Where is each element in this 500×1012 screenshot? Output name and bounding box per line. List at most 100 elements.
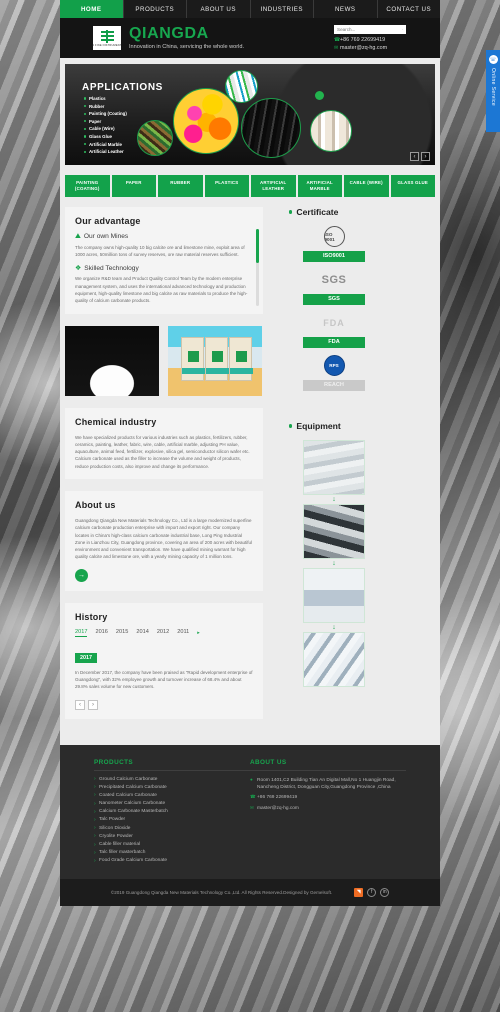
search-icon[interactable] [402,27,403,32]
main-navigation: HOME PRODUCTS ABOUT US INDUSTRIES NEWS C… [60,0,440,18]
footer-product-link[interactable]: Precipitated Calcium Carbonate [94,784,250,790]
category-tab-rubber[interactable]: RUBBER [158,175,203,197]
nav-item-about-us[interactable]: ABOUT US [187,0,251,18]
nav-item-contact-us[interactable]: CONTACT US [377,0,440,18]
copyright-text: ©2019 Guangdong Qiangda New Materials Te… [110,889,333,895]
advantage-block-heading: ⛰ Our own Mines [75,233,253,241]
category-tab-plastics[interactable]: PLASTICS [204,175,249,197]
footer-product-link[interactable]: Calcium Carbonate Masterbatch [94,809,250,815]
banner-next-button[interactable]: › [421,152,430,161]
packaging-bags-photo[interactable] [168,325,262,396]
fda-logo-icon: FDA [323,312,345,334]
analytics-icon[interactable]: ◥ [354,887,364,897]
header-phone[interactable]: ☎ +86 769 22699419 [334,37,406,43]
nav-item-news[interactable]: NEWS [314,0,378,18]
history-years-next-icon[interactable]: ▸ [197,630,200,636]
banner-pipe-image [310,110,352,152]
copyright-bar: ©2019 Guangdong Qiangda New Materials Te… [60,878,440,906]
footer-products-list: Ground Calcium Carbonate Precipitated Ca… [94,776,250,864]
main-columns: Our advantage ⛰ Our own Mines The compan… [60,197,440,745]
banner-cable-image [137,120,173,156]
category-tab-painting[interactable]: PAINTING (COATING) [65,175,110,197]
facebook-icon[interactable]: f [367,887,377,897]
banner-tire-image [241,98,301,158]
reach-seal-icon: RPS [323,355,345,377]
calcium-carbonate-powder-photo[interactable] [65,325,159,396]
online-service-tab[interactable]: ☏ Online Service [486,50,500,132]
equipment-image-classifier[interactable] [303,503,365,559]
advantage-card: Our advantage ⛰ Our own Mines The compan… [65,206,263,314]
equipment-image-laboratory-staff[interactable] [303,567,365,623]
footer-product-link[interactable]: Ground Calcium Carbonate [94,776,250,782]
nav-item-industries[interactable]: INDUSTRIES [250,0,314,18]
footer-email[interactable]: ✉ master@zq-hg.com [250,805,406,812]
logo-subtext: A FINE INSTRUMENT [92,43,122,47]
footer-phone[interactable]: ☎ +86 769 22699419 [250,794,406,801]
search-input[interactable] [337,27,402,33]
footer-product-link[interactable]: Nanometer Calcium Carbonate [94,801,250,807]
nav-label: CONTACT US [386,5,432,13]
content-area: APPLICATIONS Plastics Rubber Painting (C… [60,58,440,906]
sgs-wordmark: SGS [321,273,347,286]
header-email[interactable]: ✉ master@zq-hg.com [334,45,406,51]
footer-product-link[interactable]: Cryolite Powder [94,833,250,839]
equipment-arrow-icon: ↓ [332,559,336,567]
footer-product-link[interactable]: Talc Powder [94,817,250,823]
brand-slogan: Innovation in China, servicing the whole… [129,44,245,50]
advantage-block-text: The company owns high-quality 10 big cal… [75,244,245,258]
history-next-button[interactable]: › [88,699,98,710]
equipment-arrow-icon: ↓ [332,495,336,503]
equipment-image-grinding-mill[interactable] [303,439,365,495]
footer-product-link[interactable]: Coated Calcium Carbonate [94,792,250,798]
equipment-image-lab-testing[interactable] [303,631,365,687]
linkedin-icon[interactable]: in [380,887,390,897]
nav-label: ABOUT US [200,5,237,13]
banner-list-item: Cable (Wire) [84,126,127,131]
nav-item-products[interactable]: PRODUCTS [123,0,187,18]
certificate-header: Certificate [289,207,379,217]
sgs-logo-icon: SGS [322,269,347,291]
banner-prev-button[interactable]: ‹ [410,152,419,161]
hero-banner[interactable]: APPLICATIONS Plastics Rubber Painting (C… [65,64,435,165]
advantage-heading-text: Our own Mines [83,233,129,241]
footer-product-link[interactable]: Food Grade Calcium Carbonate [94,858,250,864]
category-tab-artificial-leather[interactable]: ARTIFICIAL LEATHER [251,175,296,197]
certificate-button-iso9001[interactable]: ISO9001 [303,250,365,262]
category-tab-artificial-marble[interactable]: ARTIFICIAL MARBLE [297,175,342,197]
category-tab-paper[interactable]: PAPER [111,175,156,197]
reach-seal: RPS [323,355,345,377]
header-email-text: master@zq-hg.com [340,44,388,51]
certificate-button-sgs[interactable]: SGS [303,293,365,305]
footer-product-link[interactable]: Talc filler masterbatch [94,850,250,856]
chemical-industry-card: Chemical industry We have specialized pr… [65,407,263,479]
advantage-scrollbar[interactable] [256,228,259,306]
bullet-icon [289,424,293,428]
banner-green-dot [315,91,324,100]
nav-item-home[interactable]: HOME [60,0,124,18]
history-year-2016[interactable]: 2016 [95,629,107,636]
chemical-text: We have specialized products for various… [75,434,250,469]
footer-product-link[interactable]: Silicon Dioxide [94,825,250,831]
product-image-row [65,325,263,396]
equipment-title: Equipment [296,420,341,431]
scrollbar-thumb[interactable] [256,228,259,263]
search-box[interactable] [334,25,406,35]
history-year-2017[interactable]: 2017 [75,629,88,637]
company-logo[interactable]: A FINE INSTRUMENT [92,26,122,50]
history-prev-button[interactable]: ‹ [75,699,85,710]
certificate-item-sgs: SGS SGS [289,269,379,305]
history-year-2011[interactable]: 2011 [177,629,189,636]
banner-title: APPLICATIONS [82,82,163,93]
certificate-button-fda[interactable]: FDA [303,336,365,348]
history-year-2012[interactable]: 2012 [157,629,169,636]
mountain-icon: ⛰ [75,232,81,240]
iso-seal: ISO 9001 [323,226,345,248]
history-year-2014[interactable]: 2014 [136,629,148,636]
category-tab-cable[interactable]: CABLE (WIRE) [344,175,389,197]
footer-product-link[interactable]: Cable filler material [94,842,250,848]
history-year-2015[interactable]: 2015 [116,629,128,636]
category-tab-glass-glue[interactable]: GLASS GLUE [390,175,435,197]
banner-list-item: Glass Glue [84,134,127,139]
certificate-button-reach[interactable]: REACH [303,379,365,391]
about-read-more-button[interactable]: → [75,568,88,582]
